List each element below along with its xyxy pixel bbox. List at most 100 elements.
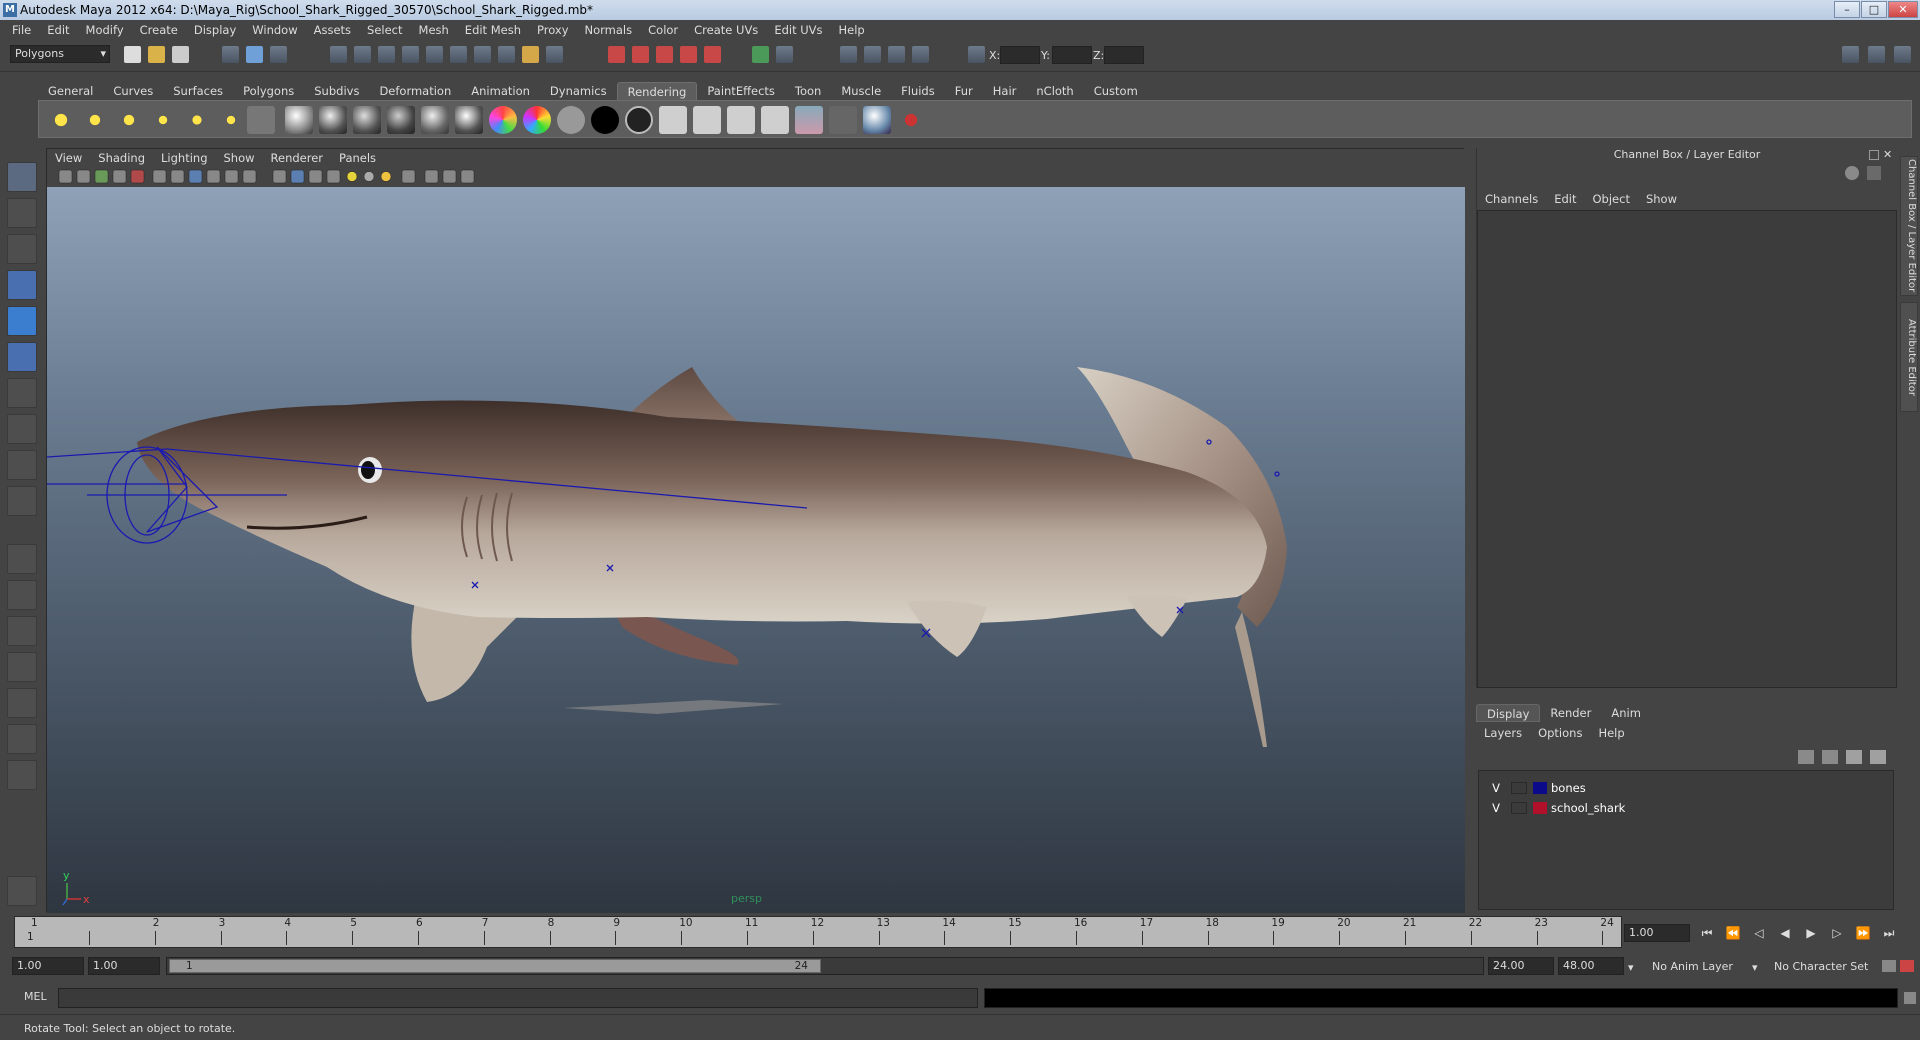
step-back-frame-icon[interactable]: ◁ xyxy=(1750,924,1768,942)
layer-menu-layers[interactable]: Layers xyxy=(1476,726,1530,740)
mel-input[interactable] xyxy=(58,988,978,1008)
render-current-frame-icon[interactable] xyxy=(864,46,881,63)
shelf-tab-deformation[interactable]: Deformation xyxy=(369,82,461,100)
layer-visibility-toggle[interactable]: V xyxy=(1489,779,1503,797)
viewport-menu-shading[interactable]: Shading xyxy=(90,151,153,165)
z-input[interactable] xyxy=(1104,46,1144,64)
scale-tool-icon[interactable] xyxy=(7,342,37,372)
viewport-menu-lighting[interactable]: Lighting xyxy=(153,151,215,165)
lambert-sphere-icon[interactable] xyxy=(285,106,313,134)
menu-window[interactable]: Window xyxy=(244,23,305,37)
render-view-shelf-icon[interactable] xyxy=(693,106,721,134)
layer-menu-options[interactable]: Options xyxy=(1530,726,1590,740)
new-layer-selected-icon[interactable] xyxy=(1870,750,1886,764)
snap-point-icon[interactable] xyxy=(656,46,673,63)
layer-color-swatch[interactable] xyxy=(1533,802,1547,814)
shelf-tab-dynamics[interactable]: Dynamics xyxy=(540,82,617,100)
shelf-tab-general[interactable]: General xyxy=(38,82,103,100)
playback-end-field[interactable]: 24.00 xyxy=(1488,957,1554,975)
lock-selection-icon[interactable] xyxy=(522,46,539,63)
render-settings-shelf-icon[interactable] xyxy=(727,106,755,134)
new-scene-icon[interactable] xyxy=(124,46,141,63)
directional-light-icon[interactable] xyxy=(81,106,109,134)
persp-hypershade-layout-icon[interactable] xyxy=(7,688,37,718)
render-layer-icon[interactable] xyxy=(247,106,275,134)
persp-graph-hypergraph-layout-icon[interactable] xyxy=(7,724,37,754)
x-input[interactable] xyxy=(1000,46,1040,64)
construction-history-icon[interactable] xyxy=(752,46,769,63)
range-slider-thumb[interactable]: 1 24 xyxy=(169,959,821,973)
menu-assets[interactable]: Assets xyxy=(306,23,359,37)
show-channel-box-icon[interactable] xyxy=(1894,46,1911,63)
snap-grid-icon[interactable] xyxy=(608,46,625,63)
phong-sphere-icon[interactable] xyxy=(353,106,381,134)
channel-box-body[interactable] xyxy=(1477,210,1897,688)
show-tool-settings-icon[interactable] xyxy=(1868,46,1885,63)
character-set-dropdown[interactable]: No Character Set xyxy=(1774,960,1868,973)
snap-curve-icon[interactable] xyxy=(632,46,649,63)
new-layer-icon[interactable] xyxy=(1846,750,1862,764)
menu-create[interactable]: Create xyxy=(132,23,186,37)
select-curves-icon[interactable] xyxy=(378,46,395,63)
maximize-button[interactable]: □ xyxy=(1861,1,1887,18)
make-live-icon[interactable] xyxy=(704,46,721,63)
hypershade-icon[interactable] xyxy=(659,106,687,134)
transform-field-icon[interactable] xyxy=(968,46,985,63)
go-to-start-icon[interactable]: ⏮ xyxy=(1698,924,1716,942)
spot-light-icon[interactable] xyxy=(149,106,177,134)
menu-proxy[interactable]: Proxy xyxy=(529,23,577,37)
select-tool-icon[interactable] xyxy=(7,162,37,192)
shelf-tab-painteffects[interactable]: PaintEffects xyxy=(697,82,785,100)
render-settings-icon[interactable] xyxy=(776,46,793,63)
shelf-tab-fur[interactable]: Fur xyxy=(945,82,983,100)
menu-mesh[interactable]: Mesh xyxy=(411,23,457,37)
mental-ray-icon[interactable] xyxy=(863,106,891,134)
volume-light-icon[interactable] xyxy=(217,106,245,134)
four-view-layout-icon[interactable] xyxy=(7,580,37,610)
current-frame-field[interactable]: 1.00 xyxy=(1624,924,1690,942)
maya-help-icon[interactable] xyxy=(7,876,37,906)
shelf-tab-rendering[interactable]: Rendering xyxy=(616,82,698,100)
ambient-light-icon[interactable] xyxy=(47,106,75,134)
shading-map-icon[interactable] xyxy=(523,106,551,134)
close-button[interactable]: ✕ xyxy=(1888,1,1918,18)
step-forward-key-icon[interactable]: ⏩ xyxy=(1854,924,1872,942)
select-dynamics-icon[interactable] xyxy=(450,46,467,63)
channel-box-settings-icon[interactable] xyxy=(1867,166,1881,180)
play-backwards-icon[interactable]: ◀ xyxy=(1776,924,1794,942)
select-surfaces-icon[interactable] xyxy=(402,46,419,63)
render-current-shelf-icon[interactable] xyxy=(795,106,823,134)
layer-type-toggle[interactable] xyxy=(1511,782,1527,794)
anisotropic-sphere-icon[interactable] xyxy=(421,106,449,134)
time-slider-bar[interactable]: 1 1 2 3 4 5 6 7 8 9 10 11 12 13 14 15 16 17 18 19 20 21 22 23 2… xyxy=(14,916,1622,948)
shelf-tab-polygons[interactable]: Polygons xyxy=(233,82,304,100)
shelf-tab-toon[interactable]: Toon xyxy=(785,82,831,100)
shelf-tab-subdivs[interactable]: Subdivs xyxy=(304,82,369,100)
shelf-tab-hair[interactable]: Hair xyxy=(983,82,1027,100)
move-tool-icon[interactable] xyxy=(7,270,37,300)
menu-edit[interactable]: Edit xyxy=(39,23,77,37)
shelf-tab-surfaces[interactable]: Surfaces xyxy=(163,82,233,100)
surface-shader-icon[interactable] xyxy=(557,106,585,134)
channel-box-menu-show[interactable]: Show xyxy=(1638,192,1685,206)
persp-outliner-layout-icon[interactable] xyxy=(7,616,37,646)
blinn-sphere-icon[interactable] xyxy=(319,106,347,134)
channel-box-mode-icon[interactable] xyxy=(1845,166,1859,180)
menu-edit-uvs[interactable]: Edit UVs xyxy=(766,23,830,37)
side-tab-channel-box[interactable]: Channel Box / Layer Editor xyxy=(1900,156,1918,296)
auto-key-icon[interactable] xyxy=(1882,960,1896,972)
shelf-tab-fluids[interactable]: Fluids xyxy=(891,82,945,100)
mel-label[interactable]: MEL xyxy=(24,990,47,1003)
ocean-shader-icon[interactable] xyxy=(625,106,653,134)
paint-select-tool-icon[interactable] xyxy=(7,234,37,264)
layer-visibility-toggle[interactable]: V xyxy=(1489,799,1503,817)
shelf-tab-muscle[interactable]: Muscle xyxy=(831,82,891,100)
viewport-menu-panels[interactable]: Panels xyxy=(331,151,384,165)
playback-start-field[interactable]: 1.00 xyxy=(88,957,160,975)
layer-row-school-shark[interactable]: V school_shark xyxy=(1479,799,1893,817)
chevron-down-icon[interactable]: ▾ xyxy=(1628,961,1634,974)
menu-normals[interactable]: Normals xyxy=(577,23,641,37)
channel-box-menu-edit[interactable]: Edit xyxy=(1546,192,1584,206)
play-forwards-icon[interactable]: ▶ xyxy=(1802,924,1820,942)
use-background-icon[interactable] xyxy=(591,106,619,134)
